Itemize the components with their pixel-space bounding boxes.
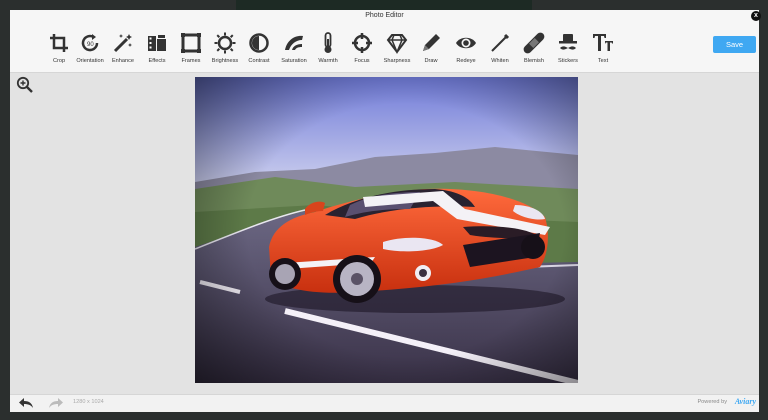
crop-icon — [50, 34, 68, 52]
saturation-icon — [285, 35, 303, 50]
close-button[interactable]: x — [751, 11, 761, 21]
powered-by-label: Powered by — [697, 399, 727, 405]
tool-saturation[interactable]: Saturation — [276, 28, 312, 70]
bandage-icon — [523, 32, 545, 54]
tool-label: Warmth — [318, 58, 338, 64]
text-icon — [593, 34, 613, 51]
tool-label: Contrast — [248, 58, 270, 64]
hat-mustache-icon — [559, 34, 577, 50]
tool-label: Draw — [424, 58, 438, 64]
film-strip-icon — [148, 35, 166, 51]
wand-icon — [491, 33, 510, 52]
contrast-icon — [249, 33, 269, 53]
zoom-in-icon[interactable] — [16, 76, 34, 94]
image-dimensions: 1280 x 1024 — [73, 399, 104, 405]
sun-icon — [214, 32, 236, 54]
tool-warmth[interactable]: Warmth — [310, 28, 346, 70]
frame-icon — [181, 33, 201, 53]
footer-bar: 1280 x 1024 Powered by Aviary — [10, 394, 759, 412]
tool-label: Frames — [181, 58, 201, 64]
tool-effects[interactable]: Effects — [139, 28, 175, 70]
tool-label: Whiten — [491, 58, 509, 64]
tool-focus[interactable]: Focus — [344, 28, 380, 70]
tool-stickers[interactable]: Stickers — [550, 28, 586, 70]
tool-enhance[interactable]: Enhance — [105, 28, 141, 70]
photo-editor-modal: Photo Editor x Crop 90 Orientation Enhan… — [10, 10, 761, 412]
tool-contrast[interactable]: Contrast — [241, 28, 277, 70]
thermometer-icon — [324, 32, 332, 53]
tool-redeye[interactable]: Redeye — [448, 28, 484, 70]
save-button[interactable]: Save — [713, 36, 756, 53]
photo-canvas[interactable] — [195, 77, 578, 383]
crosshair-icon — [352, 33, 372, 53]
toolbar: Crop 90 Orientation Enhance Effects Fram… — [10, 24, 759, 73]
magic-wand-icon — [113, 34, 132, 53]
tool-label: Saturation — [281, 58, 307, 64]
diamond-icon — [386, 34, 408, 54]
tool-label: Orientation — [76, 58, 104, 64]
tool-label: Redeye — [456, 58, 476, 64]
redo-icon[interactable] — [48, 397, 64, 409]
orientation-icon: 90 — [81, 34, 99, 52]
brand-logo[interactable]: Aviary — [735, 397, 756, 406]
undo-icon[interactable] — [18, 397, 34, 409]
tool-whiten[interactable]: Whiten — [482, 28, 518, 70]
tool-label: Enhance — [111, 58, 135, 64]
tool-label: Stickers — [558, 58, 578, 64]
tool-brightness[interactable]: Brightness — [207, 28, 243, 70]
tool-label: Effects — [148, 58, 166, 64]
tool-label: Brightness — [211, 58, 239, 64]
tool-orientation[interactable]: 90 Orientation — [72, 28, 108, 70]
svg-text:90: 90 — [87, 42, 94, 48]
window-title: Photo Editor — [365, 12, 404, 19]
tool-draw[interactable]: Draw — [413, 28, 449, 70]
tool-frames[interactable]: Frames — [173, 28, 209, 70]
title-bar: Photo Editor — [10, 10, 759, 24]
tool-sharpness[interactable]: Sharpness — [379, 28, 415, 70]
tool-label: Focus — [354, 58, 370, 64]
car-photo — [195, 77, 578, 383]
tool-label: Text — [597, 58, 609, 64]
tool-label: Blemish — [524, 58, 544, 64]
eye-icon — [456, 37, 476, 49]
tool-blemish[interactable]: Blemish — [516, 28, 552, 70]
tool-text[interactable]: Text — [585, 28, 621, 70]
tool-label: Sharpness — [383, 58, 411, 64]
pencil-icon — [423, 34, 440, 51]
